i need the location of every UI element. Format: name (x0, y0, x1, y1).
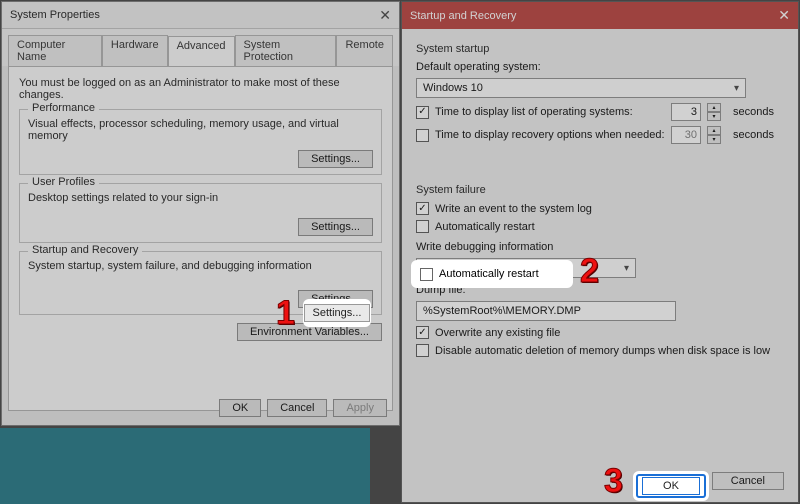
system-properties-dialog: System Properties ✕ Computer Name Hardwa… (1, 1, 400, 426)
chevron-down-icon: ▾ (624, 263, 629, 274)
disable-auto-delete-checkbox[interactable] (416, 344, 429, 357)
sysprops-ok-button[interactable]: OK (219, 399, 261, 417)
group-performance-label: Performance (28, 102, 99, 114)
default-os-label: Default operating system: (416, 61, 541, 73)
startrec-titlebar: Startup and Recovery ✕ (402, 2, 798, 29)
annotation-1: 1 (276, 294, 295, 333)
group-startup-recovery-label: Startup and Recovery (28, 244, 142, 256)
desktop-background (0, 428, 370, 504)
overwrite-checkbox[interactable] (416, 326, 429, 339)
dump-file-input[interactable]: %SystemRoot%\MEMORY.DMP (416, 301, 676, 321)
startrec-cancel-button[interactable]: Cancel (712, 472, 784, 490)
auto-restart-checkbox-highlight[interactable] (420, 268, 433, 281)
sysprops-intro: You must be logged on as an Administrato… (19, 77, 382, 101)
tab-advanced[interactable]: Advanced (168, 36, 235, 67)
seconds-label: seconds (733, 129, 774, 141)
sysprops-title: System Properties (10, 9, 100, 21)
group-user-profiles: User Profiles Desktop settings related t… (19, 183, 382, 243)
group-performance: Performance Visual effects, processor sc… (19, 109, 382, 175)
system-startup-label: System startup (416, 43, 784, 55)
time-list-spin-buttons[interactable]: ▴▾ (707, 103, 721, 121)
write-event-label: Write an event to the system log (435, 203, 592, 215)
tab-hardware[interactable]: Hardware (102, 35, 168, 66)
tab-computer-name[interactable]: Computer Name (8, 35, 102, 66)
sysprops-titlebar: System Properties ✕ (2, 2, 399, 29)
startrec-ok-button-highlight[interactable]: OK (642, 477, 700, 495)
startup-recovery-settings-button-highlight[interactable]: Settings... (304, 304, 371, 322)
time-recovery-value: 30 (685, 129, 697, 141)
sysprops-apply-button: Apply (333, 399, 387, 417)
startrec-title: Startup and Recovery (410, 10, 516, 22)
chevron-down-icon: ▾ (734, 83, 739, 94)
disable-auto-delete-label: Disable automatic deletion of memory dum… (435, 345, 770, 357)
group-startup-recovery-desc: System startup, system failure, and debu… (28, 260, 373, 272)
user-profiles-settings-button[interactable]: Settings... (298, 218, 373, 236)
sysprops-dialog-buttons: OK Cancel Apply (219, 399, 387, 417)
write-event-checkbox[interactable] (416, 202, 429, 215)
overwrite-label: Overwrite any existing file (435, 327, 560, 339)
highlight-auto-restart: Automatically restart (414, 263, 570, 285)
time-recovery-spinner: 30 (671, 126, 701, 144)
annotation-2: 2 (580, 252, 599, 291)
time-list-value: 3 (691, 106, 697, 118)
auto-restart-label: Automatically restart (435, 221, 535, 233)
tab-system-protection[interactable]: System Protection (235, 35, 337, 66)
sysprops-cancel-button[interactable]: Cancel (267, 399, 327, 417)
sysprops-tabstrip: Computer Name Hardware Advanced System P… (2, 29, 399, 66)
sysprops-advanced-panel: You must be logged on as an Administrato… (8, 66, 393, 411)
performance-settings-button[interactable]: Settings... (298, 150, 373, 168)
seconds-label: seconds (733, 106, 774, 118)
close-icon[interactable]: ✕ (379, 7, 391, 24)
system-failure-label: System failure (416, 184, 784, 196)
group-performance-desc: Visual effects, processor scheduling, me… (28, 118, 373, 142)
dump-file-value: %SystemRoot%\MEMORY.DMP (423, 305, 581, 317)
time-list-checkbox[interactable] (416, 106, 429, 119)
group-user-profiles-desc: Desktop settings related to your sign-in (28, 192, 373, 204)
time-recovery-checkbox[interactable] (416, 129, 429, 142)
group-user-profiles-label: User Profiles (28, 176, 99, 188)
dump-file-label: Dump file: (416, 284, 466, 296)
tab-remote[interactable]: Remote (336, 35, 393, 66)
time-list-spinner[interactable]: 3 (671, 103, 701, 121)
auto-restart-checkbox[interactable] (416, 220, 429, 233)
default-os-select[interactable]: Windows 10 ▾ (416, 78, 746, 98)
startup-recovery-dialog: Startup and Recovery ✕ System startup De… (401, 1, 799, 503)
annotation-3: 3 (604, 462, 623, 501)
auto-restart-label-highlight: Automatically restart (439, 268, 539, 280)
time-recovery-label: Time to display recovery options when ne… (435, 129, 665, 141)
write-debug-label: Write debugging information (416, 241, 553, 253)
close-icon[interactable]: ✕ (778, 7, 790, 24)
environment-variables-button[interactable]: Environment Variables... (237, 323, 382, 341)
default-os-value: Windows 10 (423, 82, 483, 94)
time-recovery-spin-buttons: ▴▾ (707, 126, 721, 144)
highlight-settings: Settings... (306, 302, 368, 324)
time-list-label: Time to display list of operating system… (435, 106, 665, 118)
highlight-ok: OK (636, 474, 706, 498)
